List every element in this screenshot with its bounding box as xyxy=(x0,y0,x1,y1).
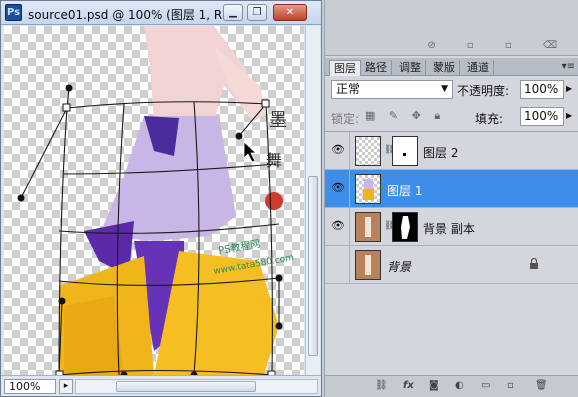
blend-mode-value: 正常 xyxy=(336,82,361,96)
panel-tabs: 图层 路径 调整 蒙版 通道 ▾≡ xyxy=(325,58,578,76)
link-layers-icon[interactable]: ⛓︎ xyxy=(375,380,388,391)
adjustment-layer-icon[interactable]: ◐ xyxy=(455,380,464,391)
opacity-slider-arrow-icon[interactable]: ▶ xyxy=(566,84,572,93)
tab-adjustments[interactable]: 调整 xyxy=(395,60,426,76)
layer-thumbnail xyxy=(355,174,381,204)
chevron-down-icon: ▼ xyxy=(441,84,448,94)
canvas-artwork: 墨 舞 PS教程网 www.tata580.com xyxy=(17,26,295,375)
horizontal-scrollbar[interactable] xyxy=(75,379,318,394)
right-panel: ⊘ ▫ ▫ ⌫ 图层 路径 调整 蒙版 通道 ▾≡ 正常 ▼ 不透明度: 100… xyxy=(324,0,578,397)
document-title: source01.psd @ 100% (图层 1, R... xyxy=(28,8,234,22)
mouse-cursor-icon xyxy=(243,141,258,163)
vertical-scroll-thumb[interactable] xyxy=(308,176,318,356)
yellow-pants-shadow xyxy=(64,296,124,375)
document-titlebar[interactable]: Ps source01.psd @ 100% (图层 1, R... ▁ ❐ ✕ xyxy=(1,1,321,25)
delete-layer-icon[interactable]: 🗑︎ xyxy=(535,380,548,391)
layer-name[interactable]: 图层 2 xyxy=(423,144,458,161)
eye-icon[interactable]: 👁︎ xyxy=(331,220,345,232)
tab-layers[interactable]: 图层 xyxy=(329,60,361,76)
layer-name[interactable]: 图层 1 xyxy=(387,182,422,199)
eye-icon[interactable]: 👁︎ xyxy=(331,182,345,194)
blend-mode-select[interactable]: 正常 ▼ xyxy=(331,80,453,99)
layer-thumbnail xyxy=(355,136,381,166)
horizontal-scroll-thumb[interactable] xyxy=(116,381,256,392)
layer-row[interactable]: 👁︎ 图层 1 xyxy=(325,170,578,208)
eye-hidden-slot[interactable] xyxy=(331,258,345,270)
canvas[interactable]: 墨 舞 PS教程网 www.tata580.com xyxy=(4,26,304,375)
layer-thumbnail xyxy=(355,250,381,280)
lock-options[interactable]: ▦ ✎ ✥ 🔒︎ xyxy=(365,109,445,123)
layer-thumbnail xyxy=(355,212,381,242)
layer-name[interactable]: 背景 xyxy=(387,258,411,275)
vertical-scrollbar[interactable] xyxy=(305,26,320,375)
lock-label: 锁定: xyxy=(331,112,360,126)
new-layer-icon[interactable]: ▫ xyxy=(507,380,514,391)
opacity-field[interactable]: 100% xyxy=(520,80,564,99)
opacity-label: 不透明度: xyxy=(457,84,510,98)
fill-field[interactable]: 100% xyxy=(520,107,564,126)
tab-masks[interactable]: 蒙版 xyxy=(429,60,460,76)
status-menu-button[interactable]: ▸ xyxy=(59,379,73,394)
photoshop-logo-icon: Ps xyxy=(5,4,22,21)
layer-style-icon[interactable]: fx xyxy=(403,380,414,391)
eye-icon[interactable]: 👁︎ xyxy=(331,144,345,156)
watermark-text: PS教程网 xyxy=(217,237,261,257)
layers-panel-footer: ⛓︎ fx ◙ ◐ ▭ ▫ 🗑︎ xyxy=(325,375,578,397)
strip-icons: ⊘ ▫ ▫ ⌫ xyxy=(427,40,571,51)
document-window: Ps source01.psd @ 100% (图层 1, R... ▁ ❐ ✕ xyxy=(0,0,322,397)
fill-label: 填充: xyxy=(475,112,504,126)
layer-row[interactable]: 👁︎ ⛓︎ 背景 副本 xyxy=(325,208,578,246)
panel-menu-icon[interactable]: ▾≡ xyxy=(562,61,575,72)
layer-mask-thumbnail[interactable] xyxy=(392,212,418,242)
maximize-button[interactable]: ❐ xyxy=(247,4,267,21)
add-mask-icon[interactable]: ◙ xyxy=(429,380,439,391)
fill-slider-arrow-icon[interactable]: ▶ xyxy=(566,111,572,120)
red-seal-icon xyxy=(265,192,283,210)
collapsed-panel-strip: ⊘ ▫ ▫ ⌫ xyxy=(325,0,578,56)
zoom-field[interactable]: 100% xyxy=(4,379,56,394)
tab-channels[interactable]: 通道 xyxy=(463,60,494,76)
layer-mask-thumbnail[interactable] xyxy=(392,136,418,166)
layer-row[interactable]: 👁︎ ⛓︎ 图层 2 xyxy=(325,132,578,170)
status-bar: 100% ▸ xyxy=(1,375,321,396)
tab-paths[interactable]: 路径 xyxy=(361,60,392,76)
new-group-icon[interactable]: ▭ xyxy=(481,380,490,391)
minimize-button[interactable]: ▁ xyxy=(223,4,243,21)
layer-row[interactable]: 背景 xyxy=(325,246,578,284)
calligraphy-mark-1: 墨 xyxy=(269,110,287,131)
layer-name[interactable]: 背景 副本 xyxy=(423,220,475,237)
layers-list: 👁︎ ⛓︎ 图层 2 👁︎ 图层 1 👁︎ ⛓︎ 背景 副本 背景 xyxy=(325,131,578,377)
close-button[interactable]: ✕ xyxy=(273,4,307,21)
lock-icon xyxy=(530,258,538,269)
